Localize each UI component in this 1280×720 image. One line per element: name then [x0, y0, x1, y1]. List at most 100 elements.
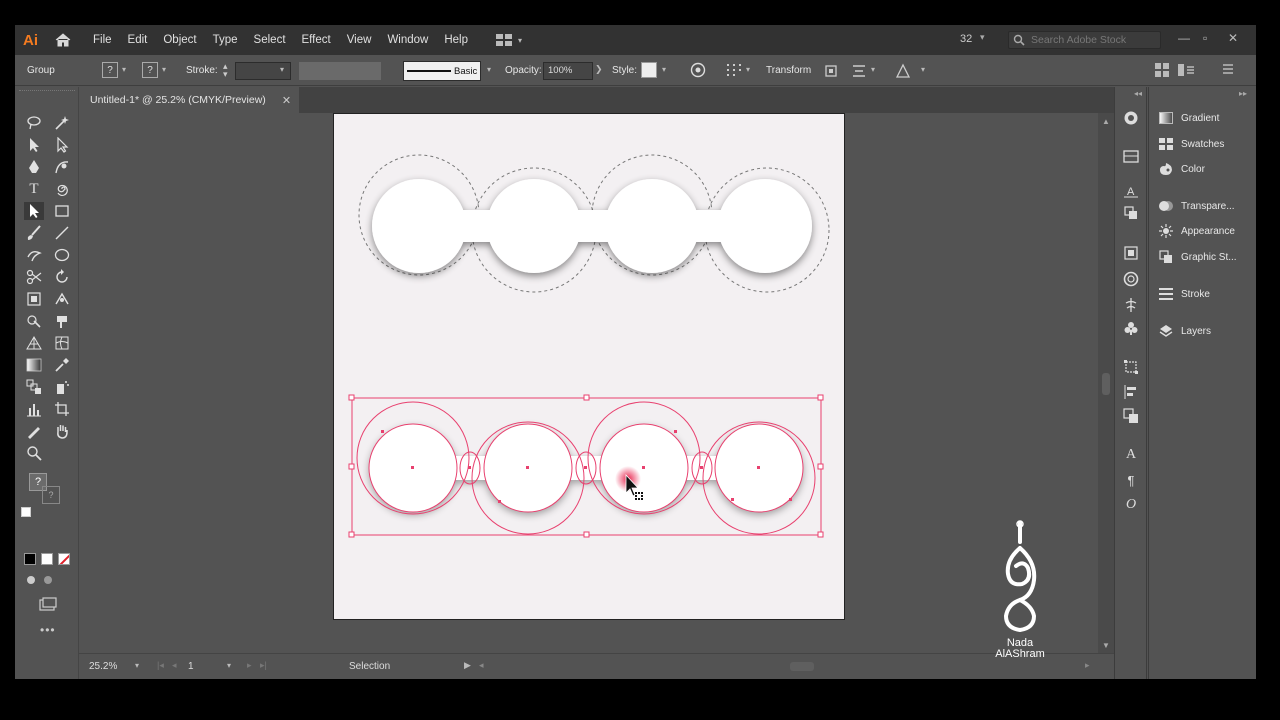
adobe-stock-search[interactable]: [1008, 31, 1161, 49]
gradient-tool-icon[interactable]: [24, 356, 44, 374]
draw-behind-icon[interactable]: [42, 574, 54, 589]
chevron-down-icon[interactable]: ▾: [487, 65, 491, 74]
panel-gradient[interactable]: Gradient: [1159, 109, 1219, 127]
paragraph-styles-icon[interactable]: [1122, 205, 1140, 221]
chevron-down-icon[interactable]: ▾: [162, 65, 166, 74]
menu-type[interactable]: Type: [205, 25, 246, 55]
free-transform-icon[interactable]: [24, 290, 44, 308]
stroke-color-box[interactable]: ?: [42, 486, 60, 504]
rectangle-tool-icon[interactable]: [52, 202, 72, 220]
panel-graphic-styles[interactable]: Graphic St...: [1159, 248, 1237, 266]
panel-layers[interactable]: Layers: [1159, 322, 1211, 340]
creative-cloud-icon[interactable]: [1122, 271, 1140, 287]
live-paint-icon[interactable]: [52, 312, 72, 330]
recolor-artwork-icon[interactable]: [690, 62, 706, 81]
chevron-down-icon[interactable]: ▾: [871, 65, 875, 74]
isolate-icon[interactable]: [823, 63, 839, 82]
expand-icon[interactable]: ▸▸: [1239, 89, 1247, 98]
stroke-weight-stepper[interactable]: ▴ ▾: [223, 62, 228, 79]
play-icon[interactable]: ▶: [464, 660, 471, 671]
perspective-grid-icon[interactable]: [24, 334, 44, 352]
shaper-tool-icon[interactable]: [24, 246, 44, 264]
transform-panel-icon[interactable]: [1122, 359, 1140, 375]
panel-stroke[interactable]: Stroke: [1159, 285, 1210, 303]
gradient-mode-icon[interactable]: [41, 553, 53, 565]
panel-grip[interactable]: [19, 90, 75, 92]
scroll-up-icon[interactable]: ▲: [1102, 117, 1110, 126]
chevron-down-icon[interactable]: ▾: [280, 65, 284, 74]
menu-view[interactable]: View: [339, 25, 380, 55]
maximize-icon[interactable]: ▫: [1203, 31, 1207, 45]
scroll-left-icon[interactable]: ◂: [479, 660, 484, 671]
search-input[interactable]: [1031, 34, 1156, 46]
pathfinder-icon[interactable]: [1122, 408, 1140, 424]
color-guide-icon[interactable]: [1122, 110, 1140, 126]
selection-tool-icon[interactable]: [24, 202, 44, 220]
previous-artboard-icon[interactable]: ◂: [172, 660, 177, 671]
artboard-number[interactable]: 1: [188, 661, 194, 672]
menu-window[interactable]: Window: [379, 25, 436, 55]
panel-grid-icon[interactable]: [1155, 63, 1169, 80]
stroke-swatch[interactable]: ?: [142, 62, 158, 78]
home-icon[interactable]: [53, 31, 73, 49]
opacity-field[interactable]: 100%: [543, 62, 593, 80]
type-tool-icon[interactable]: T: [24, 180, 44, 198]
distribute-icon[interactable]: [851, 63, 867, 82]
paragraph-icon[interactable]: ¶: [1122, 472, 1140, 488]
slice-tool-icon[interactable]: [24, 422, 44, 440]
color-mode-icon[interactable]: [24, 553, 36, 565]
vertical-scrollbar[interactable]: ▲ ▼: [1098, 113, 1114, 653]
chevron-down-icon[interactable]: ▾: [227, 661, 231, 670]
more-tools-icon[interactable]: •••: [40, 623, 56, 637]
opentype-icon[interactable]: O: [1122, 497, 1140, 513]
shape-options-icon[interactable]: [895, 63, 911, 82]
horizontal-scroll-thumb[interactable]: [790, 662, 814, 671]
scroll-right-icon[interactable]: ▸: [1085, 660, 1090, 671]
panel-layout-icon[interactable]: [1178, 63, 1194, 80]
magic-wand-icon[interactable]: [52, 114, 72, 132]
libraries-icon[interactable]: [1122, 147, 1140, 163]
collapse-icon[interactable]: ◂◂: [1134, 89, 1142, 98]
rotate-tool-icon[interactable]: [52, 268, 72, 286]
menu-object[interactable]: Object: [155, 25, 204, 55]
workspace-zoom-value[interactable]: 32: [960, 33, 972, 45]
mesh-tool-icon[interactable]: [52, 334, 72, 352]
first-artboard-icon[interactable]: |◂: [157, 660, 164, 671]
lasso-tool-icon[interactable]: [24, 114, 44, 132]
canvas[interactable]: [79, 113, 1100, 653]
menu-help[interactable]: Help: [436, 25, 476, 55]
default-colors-icon[interactable]: [21, 507, 31, 517]
chevron-down-icon[interactable]: ▾: [980, 32, 985, 43]
menu-select[interactable]: Select: [246, 25, 294, 55]
panel-swatches[interactable]: Swatches: [1159, 135, 1224, 153]
scroll-down-icon[interactable]: ▼: [1102, 641, 1110, 650]
panel-appearance[interactable]: Appearance: [1159, 222, 1235, 240]
scroll-thumb[interactable]: [1102, 373, 1110, 395]
symbols-icon[interactable]: [1122, 320, 1140, 336]
chevron-right-icon[interactable]: ❯: [595, 64, 603, 75]
chevron-down-icon[interactable]: ▾: [662, 65, 666, 74]
curvature-tool-icon[interactable]: [52, 158, 72, 176]
zoom-level[interactable]: 25.2%: [89, 661, 117, 672]
none-mode-icon[interactable]: [58, 553, 70, 565]
blend-tool-icon[interactable]: [24, 378, 44, 396]
line-tool-icon[interactable]: [52, 224, 72, 242]
chevron-down-icon[interactable]: ▾: [746, 65, 750, 74]
panel-color[interactable]: Color: [1159, 160, 1205, 178]
change-screen-mode-icon[interactable]: [39, 597, 57, 614]
transform-link[interactable]: Transform: [766, 65, 811, 76]
group-selection-icon[interactable]: [52, 136, 72, 154]
spiral-tool-icon[interactable]: [52, 180, 72, 198]
menu-effect[interactable]: Effect: [294, 25, 339, 55]
ellipse-tool-icon[interactable]: [52, 246, 72, 264]
chevron-down-icon[interactable]: ▾: [135, 661, 139, 670]
direct-selection-icon[interactable]: [24, 136, 44, 154]
hand-tool-icon[interactable]: [52, 422, 72, 440]
menu-icon[interactable]: [1222, 63, 1234, 78]
variable-width-profile[interactable]: [299, 62, 381, 80]
brushes-icon[interactable]: [1122, 297, 1140, 313]
next-artboard-icon[interactable]: ▸: [247, 660, 252, 671]
eyedropper-icon[interactable]: [52, 356, 72, 374]
close-icon[interactable]: ✕: [282, 94, 291, 107]
artboard[interactable]: [333, 113, 845, 620]
